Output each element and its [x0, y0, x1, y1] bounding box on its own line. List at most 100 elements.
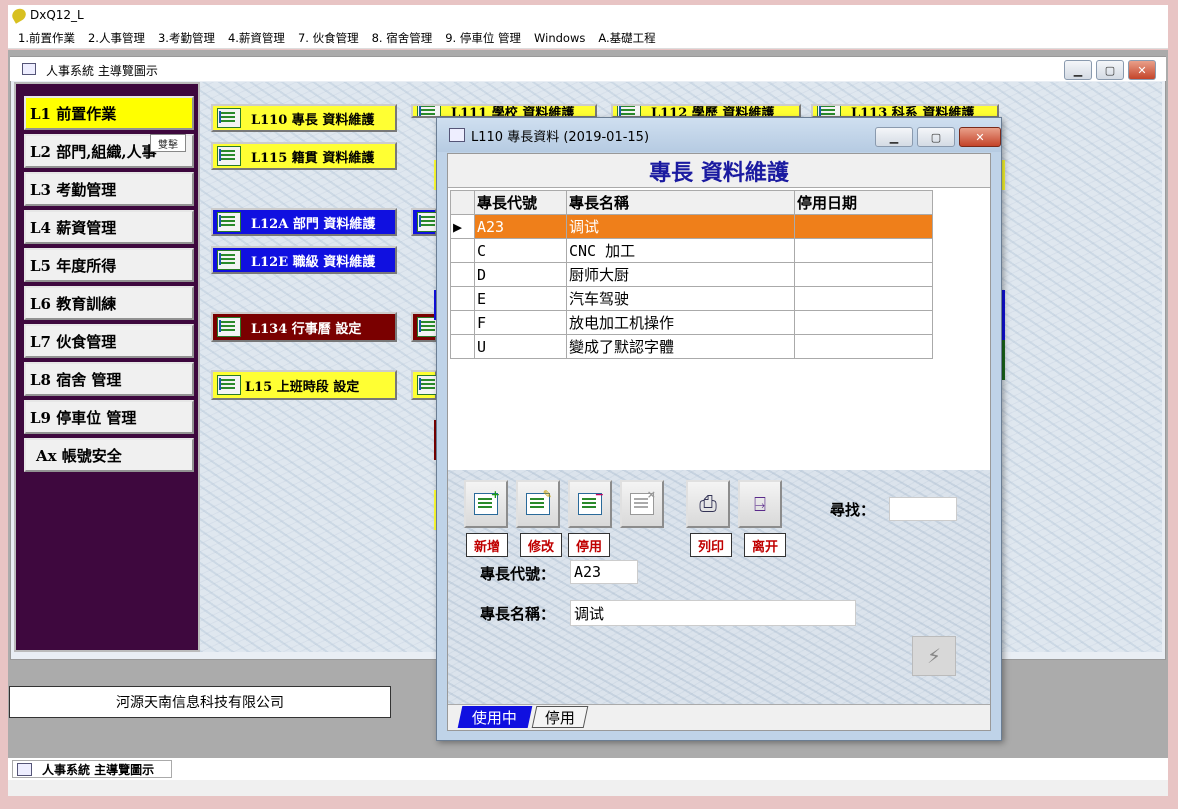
nav-item-dorm[interactable]: L8 宿舍 管理: [24, 362, 194, 396]
table-row[interactable]: F 放电加工机操作: [450, 310, 933, 335]
cell-name[interactable]: CNC 加工: [566, 238, 795, 263]
cell-date[interactable]: [794, 310, 933, 335]
app-titlebar: DxQ12_L: [8, 5, 1168, 27]
disable-label[interactable]: 停用: [568, 533, 610, 557]
form-icon: [617, 106, 641, 116]
exit-button[interactable]: ⍈: [738, 480, 782, 528]
tile-l110[interactable]: L110 專長 資料維護: [211, 104, 397, 132]
tile-l12a[interactable]: L12A 部門 資料維護: [211, 208, 397, 236]
confirm-button[interactable]: ⚡: [912, 636, 956, 676]
column-header-name[interactable]: 專長名稱: [566, 190, 795, 215]
main-window-title: 人事系統 主導覽圖示: [46, 64, 158, 78]
column-header-date[interactable]: 停用日期: [794, 190, 933, 215]
nav-item-parking[interactable]: L9 停車位 管理: [24, 400, 194, 434]
cell-name[interactable]: 厨师大厨: [566, 262, 795, 287]
tile-l15[interactable]: L15 上班時段 設定: [211, 370, 397, 400]
add-button[interactable]: +: [464, 480, 508, 528]
close-button[interactable]: ✕: [1128, 60, 1156, 80]
taskbar-item[interactable]: 人事系統 主導覽圖示: [12, 760, 172, 778]
menu-item-parking[interactable]: 9. 停車位 管理: [445, 30, 521, 46]
cell-code[interactable]: D: [474, 262, 567, 287]
print-label[interactable]: 列印: [690, 533, 732, 557]
nav-item-account-security[interactable]: Ax 帳號安全: [24, 438, 194, 472]
code-field[interactable]: A23: [570, 560, 638, 584]
menu-item-hr[interactable]: 2.人事管理: [88, 30, 145, 46]
table-row[interactable]: U 變成了默認字體: [450, 334, 933, 359]
cell-code[interactable]: E: [474, 286, 567, 311]
plus-icon: +: [490, 488, 500, 501]
tile-l112[interactable]: L112 學歷 資料維護: [611, 104, 801, 118]
dialog-titlebar: L110 專長資料 (2019-01-15) ▁ ▢ ✕: [437, 118, 1001, 152]
tile-l134[interactable]: L134 行事曆 設定: [211, 312, 397, 342]
delete-button[interactable]: ×: [620, 480, 664, 528]
tab-active[interactable]: 使用中: [457, 706, 533, 728]
exit-label[interactable]: 离开: [744, 533, 786, 557]
cell-code[interactable]: U: [474, 334, 567, 359]
lightning-icon: ⚡: [926, 644, 942, 668]
column-header-code[interactable]: 專長代號: [474, 190, 567, 215]
nav-item-salary[interactable]: L4 薪資管理: [24, 210, 194, 244]
print-button[interactable]: ⎙: [686, 480, 730, 528]
tile-hidden[interactable]: [411, 208, 441, 236]
tile-label: L134 行事曆 設定: [251, 321, 362, 337]
tile-label: L12A 部門 資料維護: [251, 216, 376, 232]
grid-header-row: 專長代號 專長名稱 停用日期: [450, 190, 933, 215]
nav-item-training[interactable]: L6 教育訓練: [24, 286, 194, 320]
cell-name[interactable]: 變成了默認字體: [566, 334, 795, 359]
menu-item-salary[interactable]: 4.薪資管理: [228, 30, 285, 46]
search-label: 尋找：: [830, 501, 876, 519]
add-label[interactable]: 新增: [466, 533, 508, 557]
tile-l12e[interactable]: L12E 職級 資料維護: [211, 246, 397, 274]
edit-label[interactable]: 修改: [520, 533, 562, 557]
cell-date[interactable]: [794, 286, 933, 311]
form-icon: [217, 250, 241, 270]
cell-code[interactable]: C: [474, 238, 567, 263]
tile-l115[interactable]: L115 籍貫 資料維護: [211, 142, 397, 170]
row-indicator: [450, 238, 475, 263]
nav-item-annual-income[interactable]: L5 年度所得: [24, 248, 194, 282]
disable-button[interactable]: −: [568, 480, 612, 528]
tab-disabled[interactable]: 停用: [531, 706, 589, 728]
nav-item-attendance[interactable]: L3 考勤管理: [24, 172, 194, 206]
maximize-button[interactable]: ▢: [917, 127, 955, 147]
name-field[interactable]: 调试: [570, 600, 856, 626]
form-icon: [217, 212, 241, 232]
nav-item-setup[interactable]: L1 前置作業: [24, 96, 194, 130]
tooltip: 雙擊: [150, 134, 186, 152]
nav-item-meals[interactable]: L7 伙食管理: [24, 324, 194, 358]
minimize-button[interactable]: ▁: [1064, 60, 1092, 80]
app-title: DxQ12_L: [30, 8, 84, 22]
main-window-controls: ▁ ▢ ✕: [1064, 60, 1156, 80]
cell-code[interactable]: A23: [474, 214, 567, 239]
table-row[interactable]: D 厨师大厨: [450, 262, 933, 287]
tile-l111[interactable]: L111 學校 資料維護: [411, 104, 597, 118]
row-indicator-icon: ▶: [450, 214, 475, 239]
cell-date[interactable]: [794, 214, 933, 239]
cell-date[interactable]: [794, 334, 933, 359]
table-row[interactable]: E 汽车驾驶: [450, 286, 933, 311]
menu-item-setup[interactable]: 1.前置作業: [18, 30, 75, 46]
cell-name[interactable]: 调试: [566, 214, 795, 239]
menu-item-meals[interactable]: 7. 伙食管理: [298, 30, 359, 46]
table-row[interactable]: C CNC 加工: [450, 238, 933, 263]
taskbar-item-label: 人事系統 主導覽圖示: [42, 762, 155, 777]
menu-item-dorm[interactable]: 8. 宿舍管理: [372, 30, 433, 46]
minimize-button[interactable]: ▁: [875, 127, 913, 147]
tab-active-label: 使用中: [472, 708, 518, 727]
cell-date[interactable]: [794, 262, 933, 287]
dialog-header: 專長 資料維護: [448, 154, 990, 188]
menu-item-windows[interactable]: Windows: [534, 31, 585, 45]
tile-hidden[interactable]: [411, 370, 441, 400]
menu-item-base[interactable]: A.基礎工程: [598, 30, 655, 46]
close-button[interactable]: ✕: [959, 127, 1001, 147]
tile-l113[interactable]: L113 科系 資料維護: [811, 104, 999, 118]
cell-name[interactable]: 汽车驾驶: [566, 286, 795, 311]
edit-button[interactable]: ✎: [516, 480, 560, 528]
cell-code[interactable]: F: [474, 310, 567, 335]
cell-name[interactable]: 放电加工机操作: [566, 310, 795, 335]
search-input[interactable]: [889, 497, 957, 521]
menu-item-attendance[interactable]: 3.考勤管理: [158, 30, 215, 46]
table-row[interactable]: ▶ A23 调试: [450, 214, 933, 239]
maximize-button[interactable]: ▢: [1096, 60, 1124, 80]
cell-date[interactable]: [794, 238, 933, 263]
